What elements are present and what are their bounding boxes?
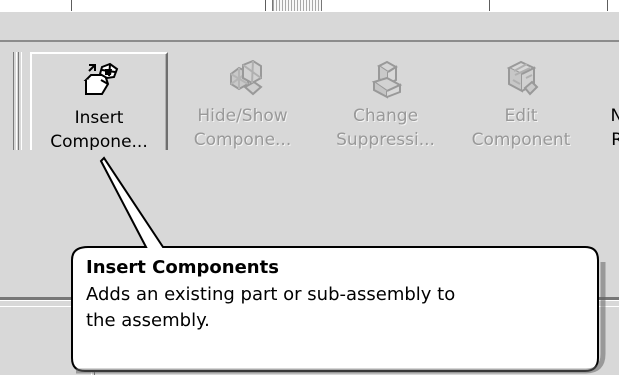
edit-component-button[interactable]: Edit Component: [458, 52, 584, 160]
edit-component-icon: [506, 60, 539, 96]
edit-component-label-line-2: Component: [471, 130, 571, 150]
left-pane-divider[interactable]: [91, 334, 95, 375]
hide-show-components-label-line-2: Compone...: [193, 130, 292, 150]
tooltip-content: Insert Components Adds an existing part …: [86, 254, 591, 334]
change-suppression-icon: [371, 60, 402, 99]
next-toolbar-label-line-2: Re: [611, 130, 619, 150]
ruler-mark: [489, 0, 490, 11]
next-toolbar-label-line-1: No: [610, 106, 619, 126]
component-toolbar: Insert Compone... Hide/Show Compone... C…: [0, 12, 619, 160]
hide-show-components-button[interactable]: Hide/Show Compone...: [175, 52, 310, 160]
toolbar-grip[interactable]: [13, 52, 17, 160]
cad-toolbar-screen: Insert Compone... Hide/Show Compone... C…: [0, 0, 619, 375]
change-suppression-label-line-1: Change: [352, 106, 419, 126]
hide-show-components-icon: [229, 60, 263, 96]
tooltip-body-line-1: Adds an existing part or sub-assembly to: [86, 284, 456, 305]
insert-components-label-line-1: Insert: [74, 108, 124, 128]
insert-components-icon: [83, 62, 119, 95]
tooltip-title: Insert Components: [86, 257, 279, 278]
insert-components-button[interactable]: Insert Compone...: [30, 52, 168, 160]
ruler-mark: [607, 0, 608, 11]
ruler-mark: [71, 0, 72, 11]
ruler-scroll-thumb[interactable]: [272, 0, 322, 11]
toolbar-grip-line: [18, 52, 22, 160]
change-suppression-button[interactable]: Change Suppressi...: [313, 52, 458, 160]
hide-show-components-label-line-1: Hide/Show: [197, 106, 288, 126]
ruler-mark: [265, 0, 266, 11]
edit-component-label-line-1: Edit: [504, 106, 538, 126]
tooltip-body-line-2: the assembly.: [86, 310, 210, 331]
toolbar-top-separator: [0, 40, 619, 42]
change-suppression-label-line-2: Suppressi...: [336, 130, 435, 150]
next-toolbar-button[interactable]: No Re: [587, 52, 619, 160]
